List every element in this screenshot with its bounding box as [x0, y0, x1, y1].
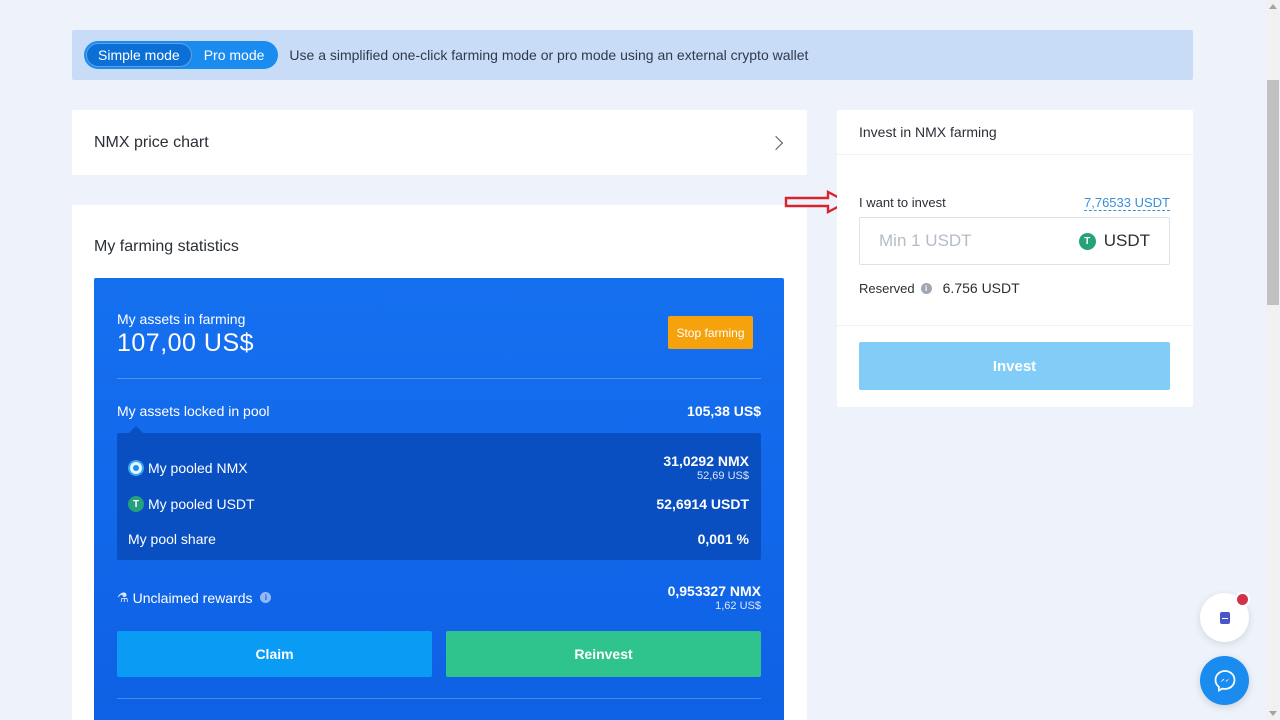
- price-chart-card[interactable]: NMX price chart: [72, 110, 807, 175]
- messenger-icon: [1214, 669, 1235, 692]
- usdt-coin-icon: T: [128, 496, 144, 512]
- notification-badge: [1235, 592, 1250, 607]
- available-balance-link[interactable]: 7,76533 USDT: [1084, 195, 1170, 211]
- currency-selector: T USDT: [1078, 231, 1150, 251]
- pooled-nmx-value: 31,0292 NMX: [663, 453, 749, 469]
- scroll-up-arrow-icon[interactable]: [1269, 4, 1277, 9]
- farming-statistics-title: My farming statistics: [94, 238, 239, 255]
- pooled-usdt-label: My pooled USDT: [148, 496, 255, 512]
- pool-share-row: My pool share 0,001 %: [128, 531, 749, 547]
- farming-panel: My assets in farming 107,00 US$ Stop far…: [94, 278, 784, 720]
- invest-card: Invest in NMX farming I want to invest 7…: [837, 110, 1193, 407]
- mode-description: Use a simplified one-click farming mode …: [289, 47, 809, 63]
- assets-in-farming-label: My assets in farming: [117, 311, 246, 327]
- page-scrollbar[interactable]: [1266, 0, 1280, 720]
- info-icon[interactable]: i: [920, 282, 932, 294]
- info-icon[interactable]: i: [260, 592, 272, 603]
- panel-divider: [117, 698, 761, 699]
- unclaimed-rewards-row: ⚗ Unclaimed rewards i 0,953327 NMX 1,62 …: [117, 583, 761, 612]
- unclaimed-rewards-value: 0,953327 NMX: [667, 583, 761, 599]
- nmx-coin-icon: [128, 459, 144, 476]
- farming-statistics-card: My farming statistics My assets in farmi…: [72, 205, 807, 720]
- price-chart-title: NMX price chart: [94, 133, 209, 151]
- pooled-usdt-row: T My pooled USDT 52,6914 USDT: [128, 496, 749, 512]
- reinvest-button[interactable]: Reinvest: [446, 631, 761, 677]
- locked-in-pool-label: My assets locked in pool: [117, 403, 270, 419]
- invest-button[interactable]: Invest: [859, 342, 1170, 390]
- chat-floating-button[interactable]: [1200, 656, 1249, 705]
- invest-amount-label: I want to invest: [859, 195, 946, 210]
- pooled-nmx-row: My pooled NMX 31,0292 NMX 52,69 US$: [128, 453, 749, 482]
- mode-toggle: Simple mode Pro mode: [84, 41, 279, 69]
- scrollbar-thumb[interactable]: [1267, 80, 1279, 305]
- assets-in-farming-value: 107,00 US$: [117, 329, 255, 357]
- pooled-nmx-usd: 52,69 US$: [697, 470, 749, 482]
- pool-share-label: My pool share: [128, 531, 216, 547]
- chevron-right-icon: [768, 135, 784, 150]
- unclaimed-rewards-usd: 1,62 US$: [715, 600, 761, 612]
- invest-amount-field[interactable]: T USDT: [859, 217, 1170, 265]
- claim-button[interactable]: Claim: [117, 631, 432, 677]
- scroll-down-arrow-icon[interactable]: [1269, 711, 1277, 716]
- panel-divider: [117, 378, 761, 379]
- simple-mode-button[interactable]: Simple mode: [86, 43, 192, 67]
- document-icon: [1219, 611, 1230, 624]
- locked-in-pool-value: 105,38 US$: [687, 403, 761, 419]
- pooled-nmx-label: My pooled NMX: [148, 459, 248, 476]
- invest-divider: [837, 325, 1193, 326]
- flask-icon: ⚗: [117, 589, 129, 605]
- usdt-coin-icon: T: [1078, 232, 1096, 250]
- locked-in-pool-row: My assets locked in pool 105,38 US$: [117, 403, 761, 419]
- reserved-value: 6.756 USDT: [942, 280, 1020, 296]
- reserved-label: Reserved: [859, 280, 915, 296]
- invest-amount-input[interactable]: [879, 231, 1059, 251]
- unclaimed-rewards-label: Unclaimed rewards: [132, 589, 253, 606]
- pooled-usdt-value: 52,6914 USDT: [656, 496, 749, 512]
- pro-mode-button[interactable]: Pro mode: [192, 43, 277, 67]
- stop-farming-button[interactable]: Stop farming: [668, 316, 753, 349]
- pool-share-value: 0,001 %: [697, 531, 749, 547]
- pool-details: My pooled NMX 31,0292 NMX 52,69 US$ T My…: [117, 426, 761, 560]
- invest-card-header: Invest in NMX farming: [837, 110, 1193, 155]
- mode-banner: Simple mode Pro mode Use a simplified on…: [72, 30, 1193, 80]
- currency-label: USDT: [1103, 231, 1150, 250]
- reserved-row: Reserved i 6.756 USDT: [859, 280, 1020, 296]
